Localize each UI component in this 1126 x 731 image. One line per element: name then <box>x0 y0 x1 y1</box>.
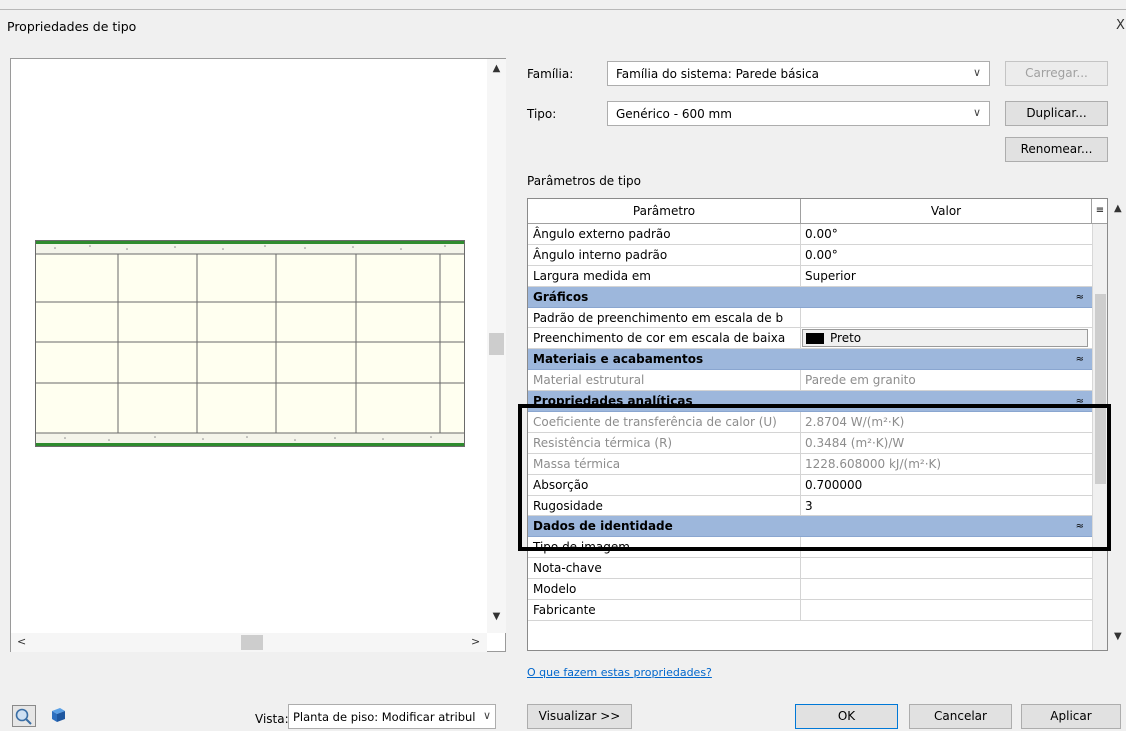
zoom-icon[interactable] <box>12 705 36 727</box>
chevron-down-icon: ∨ <box>972 106 981 119</box>
type-label: Tipo: <box>527 107 557 121</box>
preview-vertical-scrollbar[interactable]: ▲ ▼ <box>487 59 506 633</box>
parameter-name: Nota-chave <box>528 558 801 579</box>
group-label: Materiais e acabamentos <box>533 352 704 367</box>
parameter-name: Padrão de preenchimento em escala de b <box>528 307 801 328</box>
parameter-row[interactable]: Fabricante <box>528 600 1092 621</box>
scroll-down-icon[interactable]: ▼ <box>487 611 506 622</box>
parameter-value[interactable] <box>801 579 1092 599</box>
group-header[interactable]: Materiais e acabamentos ≈ <box>528 349 1092 371</box>
parameter-row[interactable]: Nota-chave <box>528 558 1092 580</box>
parameter-name: Modelo <box>528 579 801 600</box>
parameter-value[interactable]: 0.00° <box>801 245 1092 265</box>
color-button[interactable]: Preto <box>802 329 1088 348</box>
preview-horizontal-thumb[interactable] <box>241 635 263 650</box>
analytic-properties-highlight <box>518 404 1111 551</box>
parameter-value[interactable]: Superior <box>801 266 1092 286</box>
help-link[interactable]: O que fazem estas propriedades? <box>527 666 712 679</box>
collapse-icon[interactable]: ≈ <box>1076 287 1084 308</box>
parameter-name: Ângulo externo padrão <box>528 224 801 244</box>
window-title: Propriedades de tipo <box>7 19 137 34</box>
grid-header: Parâmetro Valor ≡ <box>528 199 1107 224</box>
parameter-name: Material estrutural <box>528 370 801 391</box>
grid-scroll-up-icon[interactable]: ▲ <box>1114 203 1122 214</box>
wall-preview <box>35 240 465 447</box>
title-divider <box>0 9 1126 10</box>
header-parameter[interactable]: Parâmetro <box>528 199 801 223</box>
parameter-value[interactable]: Preto <box>801 328 1092 348</box>
scroll-left-icon[interactable]: < <box>17 635 26 648</box>
chevron-down-icon: ∨ <box>972 66 981 79</box>
parameter-name: Fabricante <box>528 600 801 620</box>
family-label: Família: <box>527 67 574 81</box>
chevron-down-icon: ∨ <box>482 709 491 722</box>
cancel-button[interactable]: Cancelar <box>909 704 1012 729</box>
preview-horizontal-scrollbar[interactable]: < > <box>11 633 487 652</box>
parameter-value[interactable] <box>801 558 1092 578</box>
parameter-value[interactable] <box>801 600 1092 620</box>
rename-button[interactable]: Renomear... <box>1005 137 1108 162</box>
family-select[interactable]: Família do sistema: Parede básica ∨ <box>607 61 990 86</box>
parameter-value: Parede em granito <box>805 373 916 388</box>
parameter-row[interactable]: Largura medida em Superior <box>528 265 1092 287</box>
group-label: Gráficos <box>533 289 589 304</box>
close-icon[interactable]: X <box>1116 18 1125 33</box>
column-menu-icon[interactable]: ≡ <box>1093 199 1107 223</box>
type-parameters-label: Parâmetros de tipo <box>527 174 642 188</box>
3d-view-icon[interactable] <box>48 705 68 725</box>
view-label: Vista: <box>255 712 289 726</box>
parameter-name: Preenchimento de cor em escala de baixa <box>528 328 801 349</box>
parameter-row[interactable]: Ângulo interno padrão 0.00° <box>528 244 1092 266</box>
parameter-row[interactable]: Padrão de preenchimento em escala de b <box>528 307 1092 329</box>
parameter-row[interactable]: Material estrutural Parede em granito <box>528 370 1092 392</box>
duplicate-button[interactable]: Duplicar... <box>1005 101 1108 126</box>
ok-button[interactable]: OK <box>795 704 898 729</box>
scroll-up-icon[interactable]: ▲ <box>487 63 506 74</box>
parameter-row[interactable]: Ângulo externo padrão 0.00° <box>528 224 1092 245</box>
apply-button[interactable]: Aplicar <box>1021 704 1121 729</box>
family-value: Família do sistema: Parede básica <box>616 67 820 81</box>
scroll-right-icon[interactable]: > <box>471 635 480 648</box>
header-value[interactable]: Valor <box>801 199 1092 223</box>
preview-toggle-button[interactable]: Visualizar >> <box>527 704 632 729</box>
grid-scroll-down-icon[interactable]: ▼ <box>1114 631 1122 642</box>
parameter-row[interactable]: Preenchimento de cor em escala de baixa P… <box>528 328 1092 350</box>
parameter-value[interactable] <box>801 308 1092 328</box>
parameter-name: Largura medida em <box>528 265 801 286</box>
preview-vertical-thumb[interactable] <box>489 333 504 355</box>
view-select[interactable]: Planta de piso: Modificar atribul ∨ <box>288 704 496 729</box>
type-select[interactable]: Genérico - 600 mm ∨ <box>607 101 990 126</box>
parameter-name: Ângulo interno padrão <box>528 244 801 265</box>
view-value: Planta de piso: Modificar atribul <box>293 710 476 724</box>
color-swatch-icon <box>806 333 824 345</box>
parameter-row[interactable]: Modelo <box>528 579 1092 601</box>
parameter-value[interactable]: 0.00° <box>801 224 1092 244</box>
load-button[interactable]: Carregar... <box>1005 61 1108 86</box>
color-name: Preto <box>830 331 862 346</box>
type-value: Genérico - 600 mm <box>616 107 732 121</box>
group-header[interactable]: Gráficos ≈ <box>528 286 1092 308</box>
collapse-icon[interactable]: ≈ <box>1076 349 1084 370</box>
preview-pane[interactable]: ▲ ▼ < > <box>10 58 506 652</box>
